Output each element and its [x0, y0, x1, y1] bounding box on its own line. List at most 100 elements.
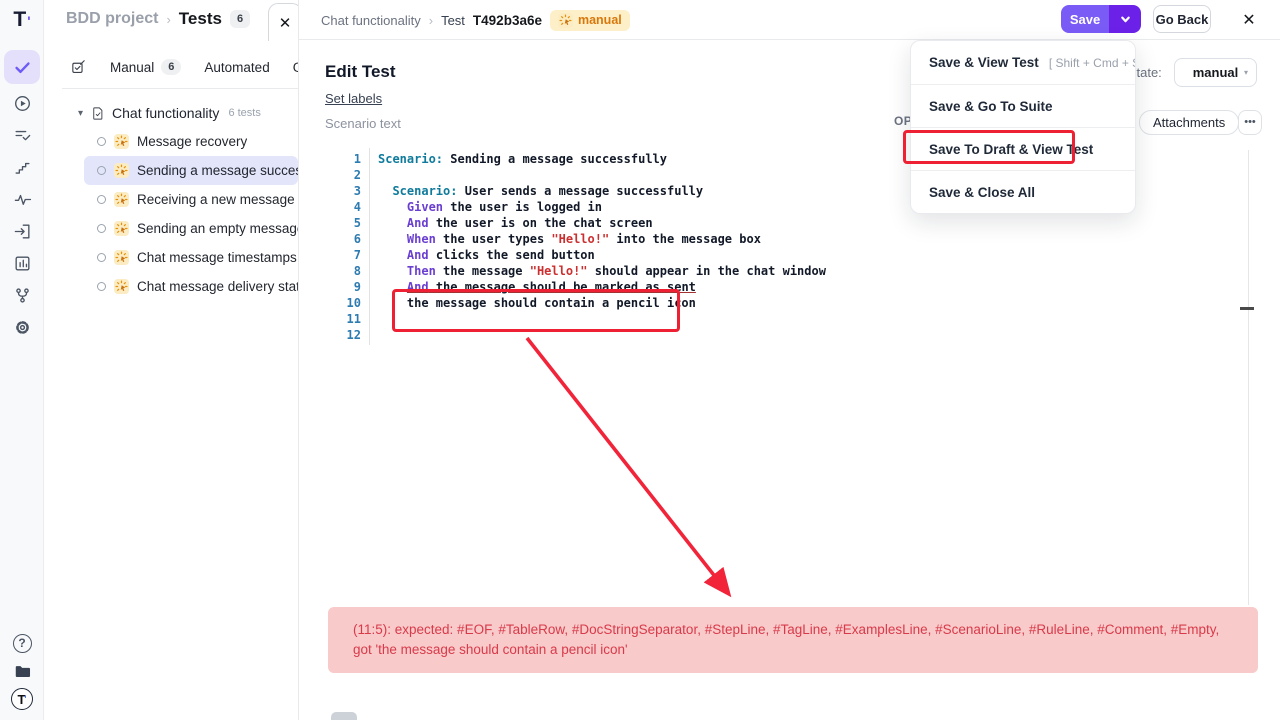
branch-icon[interactable] — [4, 280, 40, 310]
folder-icon[interactable] — [4, 656, 40, 686]
folder-meta: 6 tests — [228, 107, 260, 119]
pulse-icon[interactable] — [4, 184, 40, 214]
line-number: 9 — [337, 279, 361, 295]
code-text: And clicks the send button — [378, 247, 595, 263]
menu-item-label: Save & Go To Suite — [929, 99, 1053, 114]
line-number: 1 — [337, 151, 361, 167]
code-text: And the message should be marked as sent — [378, 279, 696, 295]
attachments-button[interactable]: Attachments — [1139, 110, 1239, 135]
status-circle-icon — [97, 166, 106, 175]
menu-item-label: Save To Draft & View Test — [929, 142, 1093, 157]
settings-gear-icon[interactable] — [4, 312, 40, 342]
code-line[interactable]: 8 Then the message "Hello!" should appea… — [337, 263, 1237, 279]
plans-list-icon[interactable] — [4, 120, 40, 150]
tests-check-icon[interactable] — [4, 50, 40, 84]
save-button[interactable]: Save — [1061, 5, 1109, 33]
code-text: Scenario: User sends a message successfu… — [378, 183, 703, 199]
manual-badge: manual — [550, 10, 630, 31]
code-line[interactable]: 6 When the user types "Hello!" into the … — [337, 231, 1237, 247]
test-label: Test — [441, 13, 465, 28]
tree-item[interactable]: Chat message delivery stat — [84, 272, 298, 301]
tree-folder-chat-functionality[interactable]: ▾ Chat functionality 6 tests — [78, 101, 261, 125]
status-circle-icon — [97, 195, 106, 204]
section-title[interactable]: Tests — [179, 9, 222, 29]
menu-item-label: Save & View Test — [929, 55, 1039, 70]
more-options-button[interactable]: ••• — [1238, 110, 1262, 135]
import-icon[interactable] — [4, 216, 40, 246]
code-line[interactable]: 5 And the user is on the chat screen — [337, 215, 1237, 231]
tree-item-label: Chat message delivery stat — [137, 279, 298, 294]
close-icon: ✕ — [279, 14, 292, 32]
code-line[interactable]: 7 And clicks the send button — [337, 247, 1237, 263]
edit-checkbox-icon[interactable] — [70, 59, 87, 76]
editor-resize-tick[interactable] — [1240, 307, 1254, 310]
code-line[interactable]: 11 — [337, 311, 1237, 327]
help-icon[interactable]: ? — [4, 628, 40, 658]
menu-item-save-view-test[interactable]: Save & View Test[ Shift + Cmd + S ] — [911, 41, 1135, 84]
breadcrumb-folder[interactable]: Chat functionality — [321, 13, 421, 28]
test-id: T492b3a6e — [473, 13, 542, 28]
tree-item-label: Message recovery — [137, 134, 247, 149]
manual-hand-icon — [558, 13, 573, 28]
icon-rail: T' ? — [0, 0, 44, 720]
tab-manual[interactable]: Manual6 — [110, 59, 181, 75]
line-number: 5 — [337, 215, 361, 231]
tree-item[interactable]: Sending a message succes — [84, 156, 298, 185]
bottom-scroll-nub[interactable] — [331, 712, 357, 720]
menu-item-save-to-draft-view-test[interactable]: Save To Draft & View Test — [911, 127, 1135, 170]
breadcrumb-separator: › — [166, 12, 170, 27]
code-text: When the user types "Hello!" into the me… — [378, 231, 761, 247]
go-back-button[interactable]: Go Back — [1153, 5, 1211, 33]
code-line[interactable]: 12 — [337, 327, 1237, 343]
steps-icon[interactable] — [4, 152, 40, 182]
menu-item-save-close-all[interactable]: Save & Close All — [911, 170, 1135, 213]
chevron-down-icon[interactable]: ▾ — [78, 108, 83, 119]
avatar-accent: ' — [24, 694, 26, 704]
code-text: Then the message "Hello!" should appear … — [378, 263, 826, 279]
tab-automated[interactable]: Automated — [204, 60, 269, 75]
line-number: 2 — [337, 167, 361, 183]
analytics-icon[interactable] — [4, 248, 40, 278]
folder-label: Chat functionality — [112, 105, 219, 121]
menu-item-save-go-to-suite[interactable]: Save & Go To Suite — [911, 84, 1135, 127]
line-number: 11 — [337, 311, 361, 327]
left-panel-tabs: Manual6AutomatedOut — [70, 52, 298, 82]
code-line[interactable]: 10 the message should contain a pencil i… — [337, 295, 1237, 311]
run-play-icon[interactable] — [4, 88, 40, 118]
tests-count-badge: 6 — [230, 10, 250, 28]
tests-tree-panel: BDD project › Tests 6 ✕ Manual6 Automated… — [44, 0, 298, 720]
project-name[interactable]: BDD project — [66, 10, 158, 28]
logo-accent: ' — [27, 13, 30, 29]
document-icon — [90, 105, 105, 122]
save-dropdown-caret[interactable] — [1109, 5, 1141, 33]
tab-label: Manual — [110, 60, 154, 75]
close-editor-button[interactable]: ✕ — [1237, 8, 1261, 32]
close-tab-button[interactable]: ✕ — [268, 3, 298, 41]
code-line[interactable]: 9 And the message should be marked as se… — [337, 279, 1237, 295]
set-labels-link[interactable]: Set labels — [325, 91, 382, 106]
line-number: 12 — [337, 327, 361, 343]
state-select[interactable]: manual ▾ — [1174, 58, 1257, 87]
tree-item-label: Receiving a new message — [137, 192, 295, 207]
status-circle-icon — [97, 253, 106, 262]
status-circle-icon — [97, 224, 106, 233]
app-logo[interactable]: T' — [0, 8, 44, 32]
scenario-text-label: Scenario text — [325, 116, 401, 131]
tree-item[interactable]: Message recovery — [84, 127, 298, 156]
app-window: T' ? — [0, 0, 1280, 720]
line-number: 7 — [337, 247, 361, 263]
tree-item-label: Sending an empty message — [137, 221, 298, 236]
menu-item-label: Save & Close All — [929, 185, 1035, 200]
tree-item[interactable]: Sending an empty message — [84, 214, 298, 243]
tree-item[interactable]: Chat message timestamps — [84, 243, 298, 272]
line-number: 10 — [337, 295, 361, 311]
status-circle-icon — [97, 137, 106, 146]
state-value: manual — [1193, 65, 1239, 80]
tabs-divider — [62, 88, 298, 89]
tab-label: Automated — [204, 60, 269, 75]
tree-item[interactable]: Receiving a new message — [84, 185, 298, 214]
chevron-down-icon — [1120, 14, 1131, 25]
user-avatar[interactable]: T' — [4, 684, 40, 714]
line-number: 4 — [337, 199, 361, 215]
tree-item-label: Sending a message succes — [137, 163, 298, 178]
